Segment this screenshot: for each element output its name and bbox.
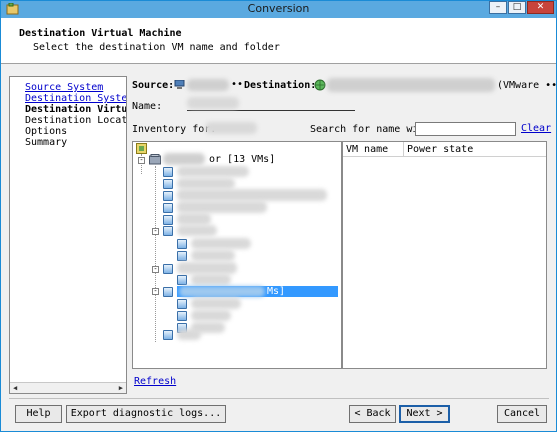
server-globe-icon bbox=[314, 79, 326, 91]
conversion-window: Conversion – □ ✕ Destination Virtual Mac… bbox=[0, 0, 557, 432]
folder-icon bbox=[163, 191, 173, 201]
scroll-left-icon[interactable]: ◀ bbox=[13, 384, 17, 392]
folder-icon bbox=[163, 330, 173, 340]
nav-item-source-system[interactable]: Source System bbox=[25, 82, 103, 93]
tree-item-redacted bbox=[191, 298, 241, 309]
wizard-steps-panel: Source System Destination System Destina… bbox=[9, 76, 127, 394]
tree-item-redacted bbox=[191, 310, 231, 321]
back-button[interactable]: < Back bbox=[349, 405, 396, 423]
inventory-tree: - or [13 VMs] - - - Ms] bbox=[132, 141, 342, 369]
folder-icon bbox=[163, 215, 173, 225]
vm-name-redacted bbox=[187, 97, 239, 109]
tree-root-redacted bbox=[163, 153, 205, 165]
scroll-right-icon[interactable]: ▶ bbox=[119, 384, 123, 392]
tree-item-redacted bbox=[177, 166, 249, 177]
help-button[interactable]: Help bbox=[15, 405, 62, 423]
inventory-host-redacted bbox=[205, 122, 257, 134]
next-button[interactable]: Next > bbox=[399, 405, 450, 423]
page-subtitle: Select the destination VM name and folde… bbox=[33, 42, 280, 53]
destination-name-redacted bbox=[327, 78, 495, 92]
tree-item-redacted bbox=[177, 329, 201, 340]
tree-item-redacted bbox=[177, 213, 211, 225]
folder-icon bbox=[163, 226, 173, 236]
host-icon bbox=[149, 154, 161, 165]
tree-collapse-icon[interactable]: - bbox=[138, 157, 145, 164]
tree-item-redacted bbox=[191, 274, 231, 285]
tree-item-redacted bbox=[191, 238, 251, 249]
datacenter-icon bbox=[136, 143, 147, 154]
vm-list: VM name Power state bbox=[342, 141, 547, 369]
name-label: Name: bbox=[132, 101, 163, 112]
window-title: Conversion bbox=[247, 2, 310, 15]
folder-icon bbox=[177, 311, 187, 321]
refresh-link[interactable]: Refresh bbox=[134, 376, 176, 387]
tree-item-redacted bbox=[191, 250, 235, 261]
tree-item-redacted bbox=[177, 178, 235, 189]
tree-collapse-icon[interactable]: - bbox=[152, 228, 159, 235]
tree-item-redacted bbox=[177, 201, 267, 213]
source-ellipsis: •• bbox=[231, 79, 244, 90]
tree-collapse-icon[interactable]: - bbox=[152, 266, 159, 273]
search-input[interactable] bbox=[415, 122, 516, 136]
folder-icon bbox=[177, 299, 187, 309]
destination-label: Destination: bbox=[244, 80, 317, 91]
inventory-label: Inventory for: bbox=[132, 124, 217, 135]
nav-item-summary: Summary bbox=[25, 137, 68, 148]
folder-icon bbox=[163, 179, 173, 189]
column-power-state[interactable]: Power state bbox=[407, 144, 473, 155]
column-vm-name[interactable]: VM name bbox=[346, 144, 388, 155]
nav-horizontal-scrollbar[interactable]: ◀ ▶ bbox=[10, 382, 126, 393]
computer-icon bbox=[174, 80, 185, 89]
tree-item-redacted bbox=[177, 262, 237, 274]
cancel-button[interactable]: Cancel bbox=[497, 405, 547, 423]
folder-icon bbox=[163, 167, 173, 177]
folder-icon bbox=[163, 264, 173, 274]
tree-item-redacted bbox=[177, 189, 327, 201]
tree-item-redacted bbox=[177, 225, 217, 236]
source-label: Source: bbox=[132, 80, 175, 91]
folder-icon bbox=[177, 239, 187, 249]
tree-selected-vm-count[interactable]: Ms] bbox=[267, 286, 285, 297]
wizard-header: Destination Virtual Machine Select the d… bbox=[1, 18, 556, 64]
tree-collapse-icon[interactable]: - bbox=[152, 288, 159, 295]
clear-link[interactable]: Clear bbox=[521, 123, 551, 134]
page-title: Destination Virtual Machine bbox=[19, 28, 182, 39]
nav-item-destination-virtual-machine: Destination Virtua bbox=[25, 104, 127, 115]
nav-item-options: Options bbox=[25, 126, 68, 137]
folder-icon bbox=[177, 275, 187, 285]
vm-list-header: VM name Power state bbox=[343, 142, 546, 157]
export-logs-button[interactable]: Export diagnostic logs... bbox=[66, 405, 226, 423]
maximize-button[interactable]: □ bbox=[508, 1, 526, 14]
source-name-redacted bbox=[187, 79, 229, 91]
folder-icon bbox=[163, 203, 173, 213]
tree-root-vm-count[interactable]: or [13 VMs] bbox=[209, 154, 275, 165]
title-bar: Conversion – □ ✕ bbox=[1, 1, 556, 18]
minimize-button[interactable]: – bbox=[489, 1, 507, 14]
close-button[interactable]: ✕ bbox=[527, 1, 554, 14]
folder-icon bbox=[163, 287, 173, 297]
nav-item-destination-system[interactable]: Destination System bbox=[25, 93, 126, 104]
tree-selected-redacted bbox=[179, 286, 265, 297]
nav-item-destination-location: Destination Location bbox=[25, 115, 127, 126]
destination-product: (VMware •• bbox=[497, 80, 557, 91]
folder-icon bbox=[177, 251, 187, 261]
footer-separator bbox=[9, 398, 549, 399]
